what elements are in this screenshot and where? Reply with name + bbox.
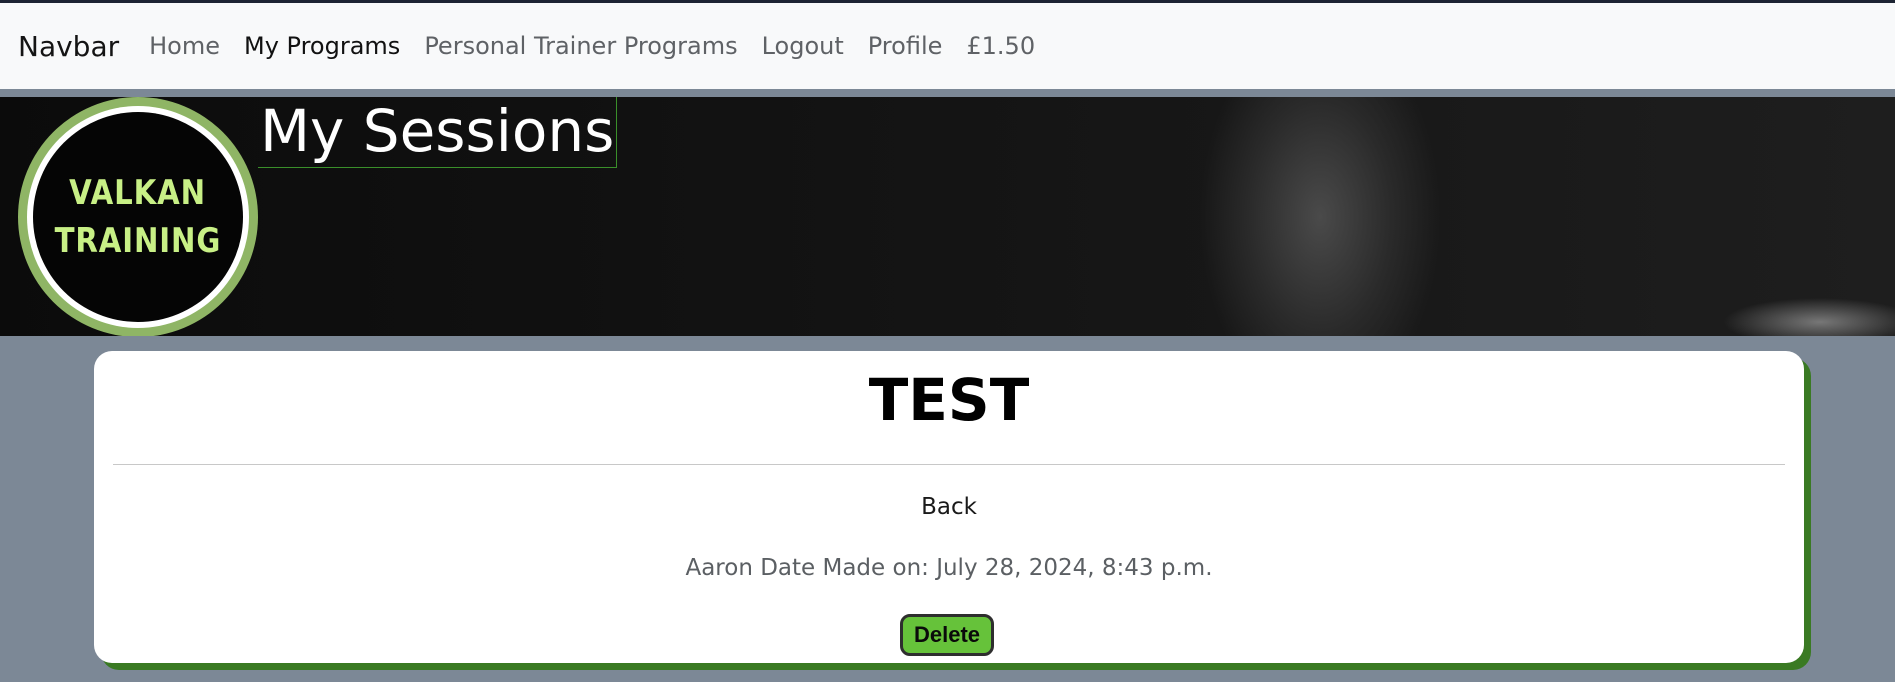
session-meta: Aaron Date Made on: July 28, 2024, 8:43 … (685, 555, 1213, 581)
valkan-training-logo: VALKAN TRAINING (18, 97, 258, 336)
nav-link-profile[interactable]: Profile (868, 32, 943, 60)
hero-banner: VALKAN TRAINING My Sessions (0, 97, 1895, 336)
navbar: Navbar Home My Programs Personal Trainer… (0, 3, 1895, 89)
back-link[interactable]: Back (94, 494, 1804, 520)
session-title: TEST (868, 366, 1030, 434)
divider (113, 464, 1785, 465)
nav-link-my-programs[interactable]: My Programs (244, 32, 400, 60)
logo-text-line1: VALKAN (69, 173, 207, 213)
navbar-brand[interactable]: Navbar (18, 30, 119, 63)
session-card: TEST Back Aaron Date Made on: July 28, 2… (94, 351, 1804, 663)
logo-text-line2: TRAINING (54, 221, 222, 261)
nav-link-logout[interactable]: Logout (762, 32, 844, 60)
nav-link-home[interactable]: Home (149, 32, 220, 60)
page-title: My Sessions (258, 97, 618, 168)
nav-link-balance[interactable]: £1.50 (966, 32, 1035, 60)
delete-button[interactable]: Delete (900, 614, 994, 656)
nav-link-personal-trainer-programs[interactable]: Personal Trainer Programs (424, 32, 737, 60)
